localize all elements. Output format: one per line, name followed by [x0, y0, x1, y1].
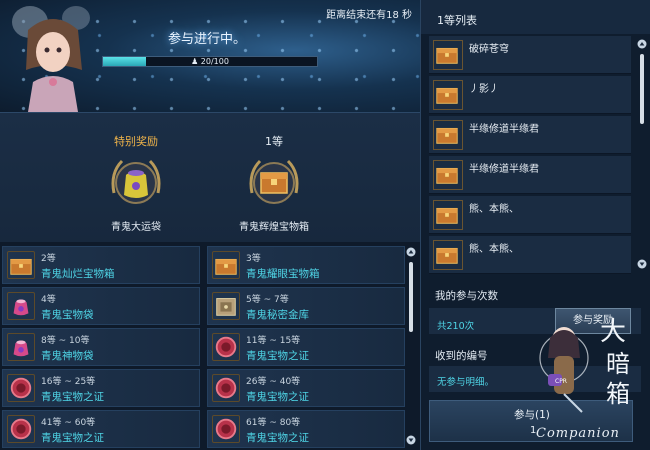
reward-tier-row[interactable]: 41等 ~ 60等 青鬼宝物之证 [2, 410, 200, 448]
winner-name: 半缘修道半缘君 [469, 164, 539, 175]
winner-name: 半缘修道半缘君 [469, 124, 539, 135]
event-banner: 距离结束还有18 秒 参与进行中。 ♟ 20/100 [0, 0, 420, 112]
svg-text:大: 大 [600, 317, 626, 347]
reward-tier-row[interactable]: 8等 ~ 10等 青鬼神物袋 [2, 328, 200, 366]
first-place-reward[interactable]: 1等 青鬼辉煌宝物箱 [224, 133, 324, 233]
reward-tier-row[interactable]: 16等 ~ 25等 青鬼宝物之证 [2, 369, 200, 407]
reward-rank: 3等 [246, 254, 261, 264]
special-reward-title: 特别奖励 [114, 135, 158, 148]
top-rewards: 特别奖励 青鬼大运袋 1等 青鬼辉煌宝物箱 [0, 112, 420, 242]
token-icon [212, 374, 240, 402]
first-place-title: 1等 [265, 135, 283, 148]
reward-item-name: 青鬼宝物之证 [246, 432, 309, 444]
reward-rank: 11等 ~ 15等 [246, 336, 301, 346]
reward-item-name: 青鬼宝物袋 [41, 309, 94, 321]
chest-icon [433, 200, 463, 230]
received-numbers-label: 收到的编号 [435, 350, 488, 362]
token-icon [212, 415, 240, 443]
reward-list-scrollbar[interactable] [406, 246, 416, 446]
first-place-item: 青鬼辉煌宝物箱 [239, 222, 309, 233]
lucky-bag-icon [111, 159, 161, 204]
ranking-header: 1等列表 [421, 0, 650, 34]
watermark-caption: Companion [536, 426, 620, 441]
reward-item-name: 青鬼秘密金库 [246, 309, 309, 321]
reward-item-name: 青鬼耀眼宝物箱 [246, 268, 320, 280]
reward-item-name: 青鬼宝物之证 [41, 391, 104, 403]
chest-icon [433, 80, 463, 110]
reward-rank: 2等 [41, 254, 56, 264]
reward-item-name: 青鬼灿烂宝物箱 [41, 268, 115, 280]
participation-label: 我的参与次数 [435, 290, 498, 302]
token-icon [7, 374, 35, 402]
chest-icon [212, 251, 240, 279]
winner-row[interactable]: 半缘修道半缘君 [429, 116, 631, 154]
treasure-chest-icon [249, 159, 299, 204]
pouch-icon [7, 333, 35, 361]
winner-name: 丿影丿 [469, 84, 499, 95]
reward-rank: 26等 ~ 40等 [246, 377, 301, 387]
special-reward[interactable]: 特别奖励 青鬼大运袋 [86, 133, 186, 233]
special-reward-item: 青鬼大运袋 [111, 222, 161, 233]
winners-list-title: 1等列表 [437, 14, 477, 27]
chest-icon [433, 160, 463, 190]
reward-tier-row[interactable]: 2等青鬼灿烂宝物箱 [2, 246, 200, 284]
token-icon [212, 333, 240, 361]
person-icon: ♟ [191, 57, 201, 66]
participation-count: 共210次 [437, 321, 475, 332]
chest-icon [433, 40, 463, 70]
svg-text:暗: 暗 [606, 350, 630, 378]
event-left-panel: 距离结束还有18 秒 参与进行中。 ♟ 20/100 特别奖励 青鬼大运袋 1等 [0, 0, 420, 450]
winner-name: 熊、本熊、 [469, 244, 519, 255]
winner-row[interactable]: 熊、本熊、 [429, 196, 631, 234]
reward-rank: 41等 ~ 60等 [41, 418, 96, 428]
participant-count: 20/100 [200, 57, 229, 66]
reward-tier-row[interactable]: 4等青鬼宝物袋 [2, 287, 200, 325]
participation-status: 参与进行中。 [168, 32, 247, 47]
reward-tier-row[interactable]: 61等 ~ 80等 青鬼宝物之证 [207, 410, 405, 448]
winner-row[interactable]: 熊、本熊、 [429, 236, 631, 274]
participant-progress-bar: ♟ 20/100 [102, 56, 318, 67]
vault-icon [212, 292, 240, 320]
winner-row[interactable]: 破碎苍穹 [429, 36, 631, 74]
reward-rank: 61等 ~ 80等 [246, 418, 301, 428]
reward-rank: 16等 ~ 25等 [41, 377, 96, 387]
winner-name: 熊、本熊、 [469, 204, 519, 215]
token-icon [7, 415, 35, 443]
winners-list: 破碎苍穹 丿影丿 半缘修道半缘君 半缘修道半缘君 熊、本熊、 熊、本熊、 [429, 36, 641, 274]
chest-icon [433, 240, 463, 270]
reward-item-name: 青鬼宝物之证 [41, 432, 104, 444]
svg-text:箱: 箱 [606, 380, 630, 408]
countdown-timer: 距离结束还有18 秒 [326, 10, 412, 21]
chest-icon [7, 251, 35, 279]
no-participation-text: 无参与明细。 [437, 377, 495, 388]
character-portrait [12, 6, 90, 112]
chest-icon [433, 120, 463, 150]
reward-tier-list: 2等 青鬼灿烂宝物箱 3等 青鬼耀眼宝物箱 4等 青鬼宝物袋 5等 ~ 7等 青鬼秘密金库 8等… [0, 242, 420, 450]
winner-name: 破碎苍穹 [469, 44, 509, 55]
reward-tier-row[interactable]: 26等 ~ 40等 青鬼宝物之证 [207, 369, 405, 407]
svg-text:CPR: CPR [555, 378, 567, 385]
reward-rank: 4等 [41, 295, 56, 305]
winner-row[interactable]: 半缘修道半缘君 [429, 156, 631, 194]
reward-item-name: 青鬼宝物之证 [246, 391, 309, 403]
winners-list-scrollbar[interactable] [637, 38, 647, 270]
reward-rank: 5等 ~ 7等 [246, 295, 289, 305]
pouch-icon [7, 292, 35, 320]
reward-item-name: 青鬼宝物之证 [246, 350, 309, 362]
reward-tier-row[interactable]: 11等 ~ 15等 青鬼宝物之证 [207, 328, 405, 366]
reward-item-name: 青鬼神物袋 [41, 350, 94, 362]
winner-row[interactable]: 丿影丿 [429, 76, 631, 114]
reward-tier-row[interactable]: 5等 ~ 7等青鬼秘密金库 [207, 287, 405, 325]
reward-rank: 8等 ~ 10等 [41, 336, 90, 346]
reward-tier-row[interactable]: 3等青鬼耀眼宝物箱 [207, 246, 405, 284]
